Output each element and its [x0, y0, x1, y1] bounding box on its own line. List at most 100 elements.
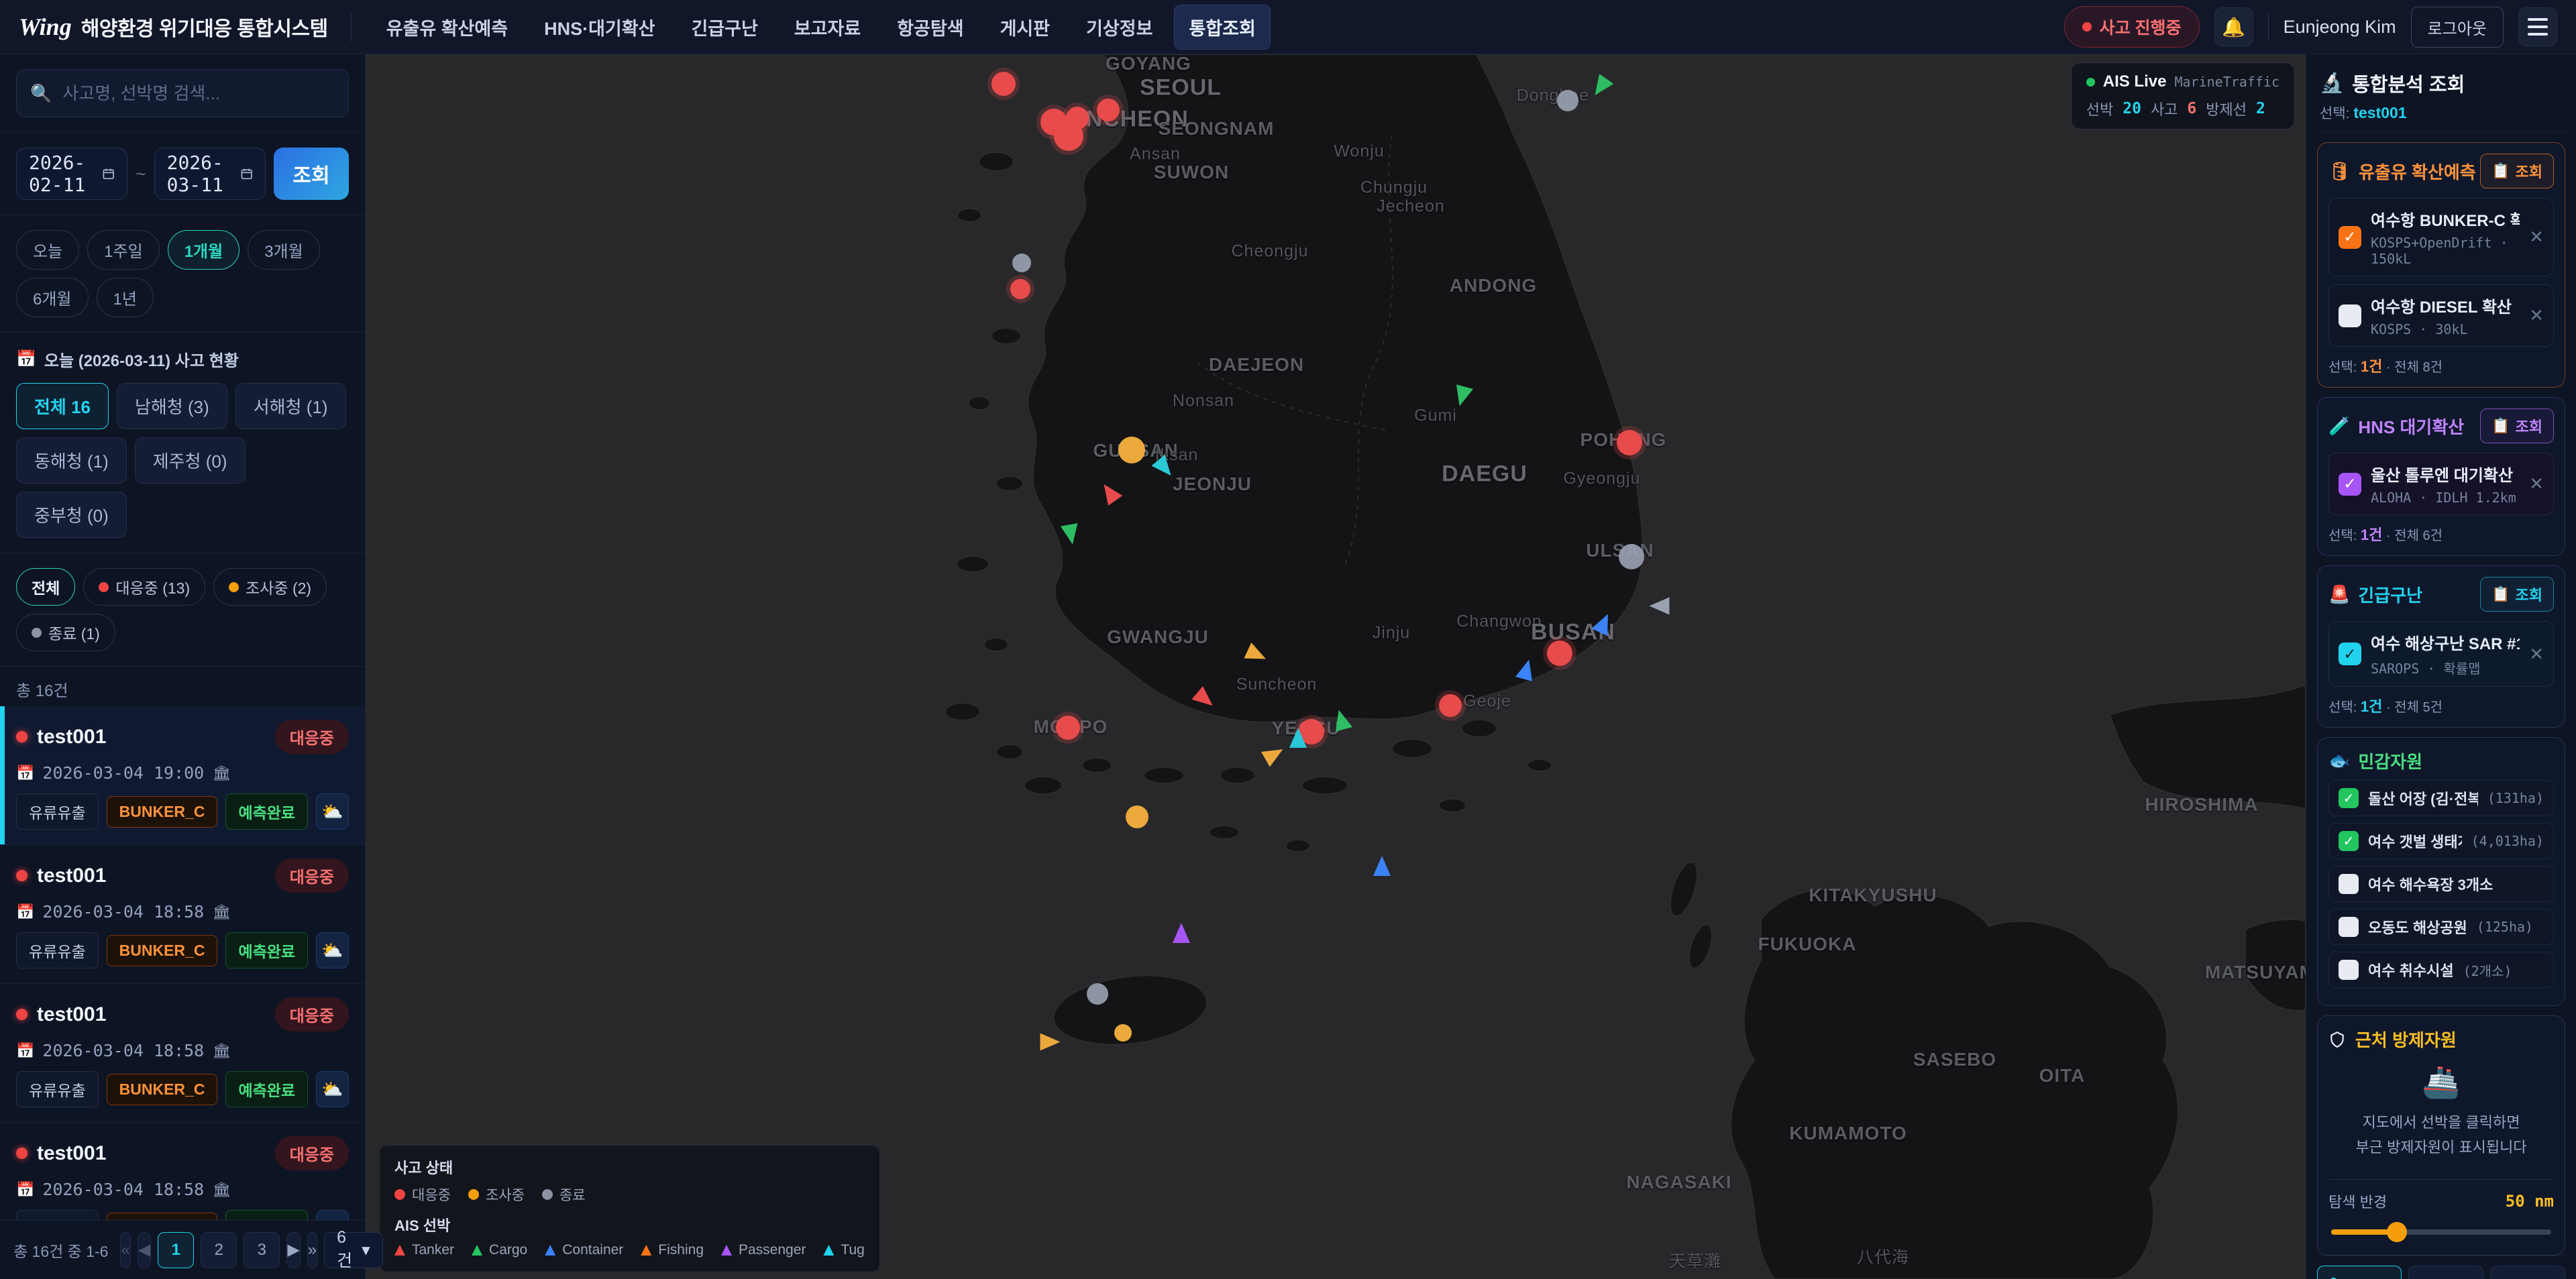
region-chip-4[interactable]: 제주청 (0): [135, 437, 246, 484]
radius-slider[interactable]: [2331, 1229, 2551, 1235]
date-query-button[interactable]: 조회: [274, 148, 349, 200]
oil-query-button[interactable]: 📋 조회: [2480, 154, 2554, 188]
region-chip-0[interactable]: 전체 16: [16, 383, 109, 429]
sar_panel-checkbox-0[interactable]: ✓: [2339, 643, 2361, 665]
marker-incident-circle-5[interactable]: [1012, 254, 1031, 272]
region-chip-5[interactable]: 중부청 (0): [16, 492, 127, 538]
quick-range-chip-1[interactable]: 1주일: [87, 230, 160, 270]
page-button-3[interactable]: 3: [244, 1232, 280, 1268]
search-input[interactable]: [62, 83, 335, 104]
marker-incident-circle-14[interactable]: [1118, 437, 1145, 463]
notifications-button[interactable]: 🔔: [2214, 7, 2253, 46]
date-to-field[interactable]: 2026-03-11: [154, 148, 266, 200]
nav-item-3[interactable]: 보고자료: [780, 5, 875, 50]
quick-range-chip-2[interactable]: 1개월: [168, 230, 240, 270]
marker-incident-circle-16[interactable]: [1087, 983, 1108, 1005]
first-page-button[interactable]: «: [120, 1232, 130, 1268]
last-page-button[interactable]: »: [307, 1232, 317, 1268]
resource-checkbox-4[interactable]: [2339, 960, 2359, 980]
marker-incident-circle-8[interactable]: [1617, 430, 1642, 455]
weather-button[interactable]: ⛅: [316, 793, 349, 830]
resource-item-4[interactable]: 여수 취수시설(2개소): [2328, 952, 2554, 988]
region-chip-1[interactable]: 남해청 (3): [117, 383, 227, 429]
marker-incident-circle-10[interactable]: [1547, 641, 1572, 666]
alert-dot-icon: [2082, 22, 2092, 32]
status-filter-chip-3[interactable]: 종료 (1): [16, 614, 115, 651]
marker-incident-circle-17[interactable]: [1114, 1024, 1132, 1042]
map-canvas[interactable]: GOYANGSEOULINCHEONSEONGNAMAnsanSUWONWonj…: [366, 54, 2306, 1279]
logout-button[interactable]: 로그아웃: [2411, 7, 2504, 48]
split2-view-button[interactable]: ◫ 2분할: [2408, 1266, 2483, 1279]
hns-query-button[interactable]: 📋 조회: [2480, 408, 2554, 443]
close-icon[interactable]: ✕: [2529, 227, 2544, 247]
weather-button[interactable]: ⛅: [316, 1210, 349, 1220]
quick-range-chip-0[interactable]: 오늘: [16, 230, 79, 270]
previous-page-button[interactable]: ◀: [138, 1232, 151, 1268]
status-filter-chip-2[interactable]: 조사중 (2): [213, 568, 327, 606]
page-size-select[interactable]: 6건 ▾: [324, 1232, 383, 1268]
marker-incident-circle-3[interactable]: [1054, 121, 1083, 151]
quick-range-chip-3[interactable]: 3개월: [248, 230, 320, 270]
region-chip-2[interactable]: 서해청 (1): [235, 383, 346, 429]
overlay-view-button[interactable]: 🗂 오버레이: [2317, 1266, 2402, 1279]
page-button-2[interactable]: 2: [201, 1232, 237, 1268]
marker-incident-circle-7[interactable]: [1557, 90, 1578, 111]
marker-incident-circle-15[interactable]: [1126, 805, 1148, 828]
hamburger-menu-button[interactable]: [2518, 7, 2557, 46]
quick-range-chip-4[interactable]: 6개월: [16, 278, 89, 317]
incident-item-0[interactable]: test001대응중📅2026-03-04 19:00🏛유류유출BUNKER_C…: [0, 706, 365, 845]
status-filter-chip-1[interactable]: 대응중 (13): [83, 568, 205, 606]
resource-item-1[interactable]: ✓여수 갯벌 생태계(4,013ha): [2328, 823, 2554, 859]
legend-ship-triangle-icon: [545, 1245, 555, 1256]
oil_panel-checkbox-0[interactable]: ✓: [2339, 226, 2361, 249]
region-chip-3[interactable]: 동해청 (1): [16, 437, 127, 484]
split3-view-button[interactable]: ⊞ 3분할: [2490, 1266, 2565, 1279]
weather-button[interactable]: ⛅: [316, 1071, 349, 1107]
incident-item-3[interactable]: test001대응중📅2026-03-04 18:58🏛유류유출BUNKER_C…: [0, 1123, 365, 1220]
slider-knob[interactable]: [2387, 1222, 2407, 1242]
close-icon[interactable]: ✕: [2529, 644, 2544, 665]
nav-item-7[interactable]: 통합조회: [1174, 5, 1270, 50]
legend-status-dot-icon: [542, 1189, 553, 1200]
hns_panel-checkbox-0[interactable]: ✓: [2339, 473, 2361, 496]
next-page-button[interactable]: ▶: [286, 1232, 300, 1268]
oil_panel-item-meta: KOSPS · 30kL: [2371, 321, 2520, 337]
page-button-1[interactable]: 1: [158, 1232, 194, 1268]
hns_panel-item-0[interactable]: ✓울산 톨루엔 대기확산ALOHA · IDLH 1.2km✕: [2328, 453, 2554, 515]
resource-checkbox-1[interactable]: ✓: [2339, 831, 2359, 851]
nav-item-6[interactable]: 기상정보: [1071, 5, 1167, 50]
incident-item-2[interactable]: test001대응중📅2026-03-04 18:58🏛유류유출BUNKER_C…: [0, 984, 365, 1123]
status-filter-chip-0[interactable]: 전체: [16, 568, 75, 606]
resource-checkbox-2[interactable]: [2339, 874, 2359, 894]
oil-panel-footer: 선택: 1건 · 전체 8건: [2328, 355, 2554, 376]
oil_panel-checkbox-1[interactable]: [2339, 304, 2361, 327]
nav-item-1[interactable]: HNS·대기확산: [529, 5, 669, 50]
sar-query-button[interactable]: 📋 조회: [2480, 577, 2554, 612]
oil_panel-item-0[interactable]: ✓여수항 BUNKER-C 확산KOSPS+OpenDrift · 150kL✕: [2328, 198, 2554, 276]
resource-item-0[interactable]: ✓돌산 어장 (김·전복)(131ha): [2328, 780, 2554, 816]
nav-item-5[interactable]: 게시판: [985, 5, 1065, 50]
marker-incident-circle-4[interactable]: [1097, 99, 1120, 121]
marker-incident-circle-6[interactable]: [1010, 279, 1030, 299]
marker-incident-circle-9[interactable]: [1619, 544, 1644, 569]
weather-button[interactable]: ⛅: [316, 932, 349, 968]
resource-item-3[interactable]: 오동도 해상공원(125ha): [2328, 909, 2554, 945]
legend-ship-4: Passenger: [721, 1242, 806, 1258]
resource-label: 오동도 해상공원: [2368, 916, 2467, 938]
sar_panel-item-0[interactable]: ✓여수 해상구난 SAR #12SAROPS · 확률맵✕: [2328, 621, 2554, 687]
oil_panel-item-1[interactable]: 여수항 DIESEL 확산KOSPS · 30kL✕: [2328, 284, 2554, 347]
close-icon[interactable]: ✕: [2529, 305, 2544, 326]
marker-incident-circle-11[interactable]: [1439, 694, 1462, 717]
marker-incident-circle-0[interactable]: [991, 72, 1016, 96]
quick-range-chip-5[interactable]: 1년: [97, 278, 154, 317]
resource-checkbox-0[interactable]: ✓: [2339, 788, 2359, 808]
marker-incident-circle-13[interactable]: [1056, 716, 1080, 740]
nav-item-0[interactable]: 유출유 확산예측: [372, 5, 523, 50]
date-from-field[interactable]: 2026-02-11: [16, 148, 127, 200]
resource-item-2[interactable]: 여수 해수욕장 3개소: [2328, 866, 2554, 902]
nav-item-4[interactable]: 항공탐색: [882, 5, 978, 50]
resource-checkbox-3[interactable]: [2339, 917, 2359, 937]
close-icon[interactable]: ✕: [2529, 474, 2544, 494]
nav-item-2[interactable]: 긴급구난: [676, 5, 772, 50]
incident-item-1[interactable]: test001대응중📅2026-03-04 18:58🏛유류유출BUNKER_C…: [0, 845, 365, 984]
